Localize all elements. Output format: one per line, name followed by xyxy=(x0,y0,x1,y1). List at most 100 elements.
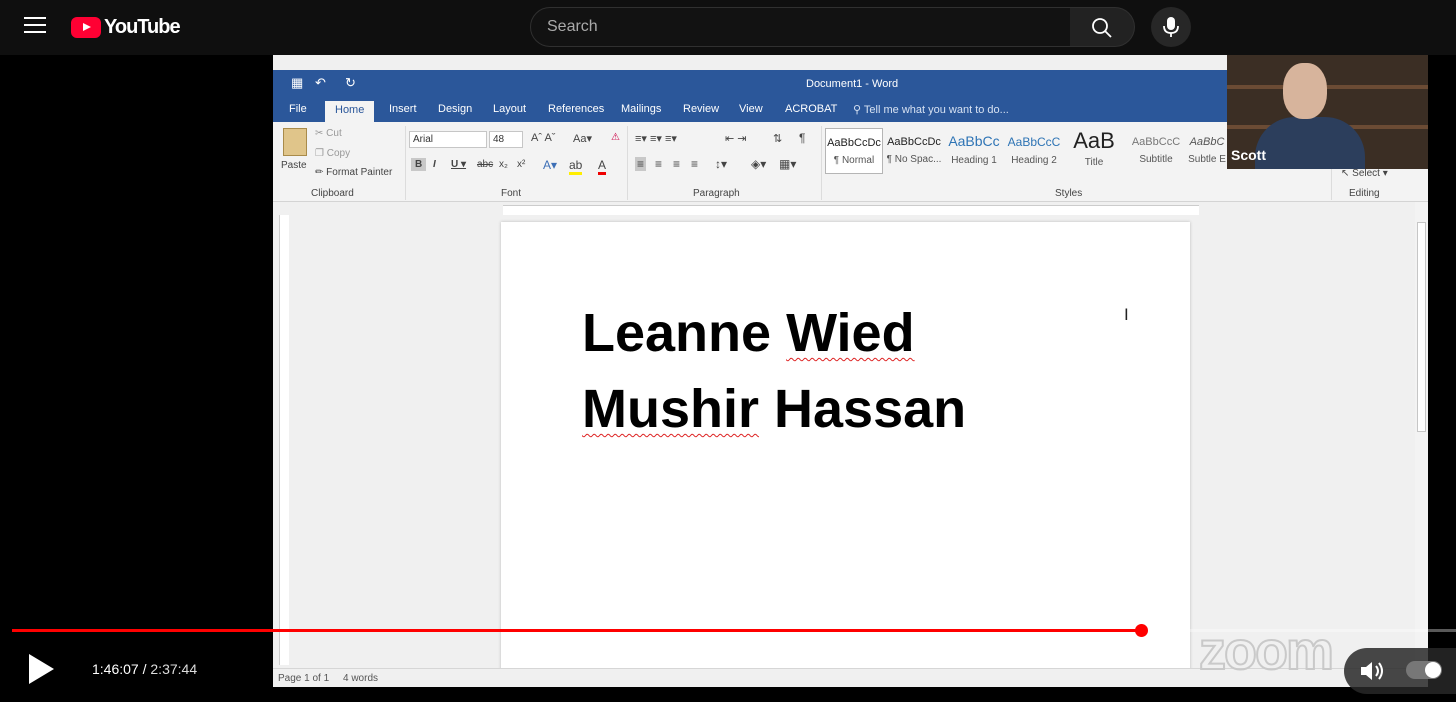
progress-bar[interactable] xyxy=(12,624,1456,637)
styles-group-label: Styles xyxy=(1055,188,1083,199)
tab-acrobat: ACROBAT xyxy=(785,103,838,115)
tell-me-text: Tell me what you want to do... xyxy=(863,104,1009,116)
menu-icon[interactable] xyxy=(24,17,46,37)
play-icon xyxy=(29,654,54,684)
pilcrow-icon: ¶ xyxy=(799,131,806,145)
italic-icon: I xyxy=(433,159,436,170)
borders-icon: ▦▾ xyxy=(779,157,797,171)
style-subtle-emphasis: AaBbC Subtle E xyxy=(1187,128,1227,174)
font-name-box: Arial xyxy=(409,131,487,148)
grow-font-icon: Aˆ Aˇ xyxy=(531,132,556,144)
select-label: ↖ Select ▾ xyxy=(1341,168,1388,179)
autoplay-toggle[interactable] xyxy=(1406,661,1442,679)
bookshelf xyxy=(1227,85,1428,89)
tab-mailings: Mailings xyxy=(621,103,662,115)
justify-icon: ≡ xyxy=(691,157,699,171)
style-name: Subtitle xyxy=(1139,154,1173,165)
format-painter-label: ✏ Format Painter xyxy=(315,167,392,178)
editing-group-label: Editing xyxy=(1349,188,1380,199)
strikethrough-icon: abc xyxy=(477,159,494,170)
vertical-ruler xyxy=(279,215,289,665)
player-controls-right xyxy=(1344,648,1456,694)
style-name: Heading 2 xyxy=(1011,155,1057,166)
select-text: Select xyxy=(1352,168,1380,179)
copy-text: Copy xyxy=(326,148,351,159)
style-title: AaB Title xyxy=(1065,128,1123,174)
style-no-spacing: AaBbCcDc ¶ No Spac... xyxy=(885,128,943,174)
tab-layout: Layout xyxy=(493,103,527,115)
style-name: ¶ No Spac... xyxy=(886,154,942,165)
time-separator: / xyxy=(138,661,151,677)
clear-format-icon: ⚠ xyxy=(611,132,620,143)
bullets-icon: ≡▾ ≡▾ ≡▾ xyxy=(635,133,677,145)
style-preview: AaBbCcC xyxy=(1007,135,1061,149)
scrollbar-thumb xyxy=(1417,222,1426,432)
tab-home: Home xyxy=(325,101,375,122)
line-spacing-icon: ↕▾ xyxy=(715,157,728,171)
person-body xyxy=(1255,117,1365,169)
volume-icon[interactable] xyxy=(1358,658,1386,684)
tab-design: Design xyxy=(438,103,473,115)
voice-search-button[interactable] xyxy=(1151,7,1191,47)
misspelled-word: Mushir xyxy=(582,379,760,439)
search-button[interactable] xyxy=(1070,7,1135,47)
youtube-play-logo-icon xyxy=(71,17,101,38)
video-player[interactable]: ▦ ↶ ↻ Document1 - Word File Home Insert … xyxy=(273,55,1428,687)
undo-icon: ↶ xyxy=(315,75,326,90)
style-name: Title xyxy=(1084,157,1104,168)
scissors-icon: ✂ xyxy=(315,128,327,139)
bold-icon: B xyxy=(411,158,427,171)
style-preview: AaBbCcDc xyxy=(887,136,941,148)
indent-icon: ⇤ ⇥ xyxy=(725,133,747,145)
copy-label: ❐ Copy xyxy=(315,148,350,159)
document-scrollbar xyxy=(1415,202,1428,668)
ribbon-tabs: File Home Insert Design Layout Reference… xyxy=(273,96,1227,122)
tab-review: Review xyxy=(683,103,720,115)
change-case-icon: Aa▾ xyxy=(573,133,592,145)
style-preview: AaBbCc xyxy=(948,133,1000,149)
save-icon: ▦ xyxy=(291,75,304,90)
page-count: Page 1 of 1 xyxy=(278,673,330,684)
search-icon xyxy=(1092,18,1112,38)
superscript-icon: x² xyxy=(517,159,526,170)
tab-references: References xyxy=(548,103,605,115)
youtube-watch-page: YouTube Search ▦ ↶ ↻ Document1 - Word Fi… xyxy=(0,0,1456,702)
search-input[interactable]: Search xyxy=(530,7,1071,47)
ribbon-separator xyxy=(405,126,406,200)
participant-name: Scott xyxy=(1231,147,1266,163)
ribbon-separator xyxy=(627,126,628,200)
sort-icon: ⇅ xyxy=(773,133,783,145)
play-button[interactable] xyxy=(26,652,56,686)
cut-text: Cut xyxy=(326,128,342,139)
style-subtitle: AaBbCcC Subtitle xyxy=(1127,128,1185,174)
shading-icon: ◈▾ xyxy=(751,157,767,171)
tab-view: View xyxy=(739,103,763,115)
tab-insert: Insert xyxy=(389,103,417,115)
misspelled-word: Wied xyxy=(786,303,915,363)
paragraph-group-label: Paragraph xyxy=(693,188,740,199)
text-cursor-icon: I xyxy=(1124,305,1129,324)
webcam-overlay: Scott xyxy=(1227,55,1428,169)
clipboard-group-label: Clipboard xyxy=(311,188,354,199)
highlight-icon: ab xyxy=(569,158,583,175)
word-count: 4 words xyxy=(343,673,379,684)
font-size-box: 48 xyxy=(489,131,523,148)
style-preview: AaB xyxy=(1073,128,1115,153)
youtube-logo-text: YouTube xyxy=(104,16,181,38)
tell-me-box: ⚲ Tell me what you want to do... xyxy=(853,103,1009,116)
youtube-logo[interactable]: YouTube xyxy=(71,16,181,39)
style-name: Heading 1 xyxy=(951,155,997,166)
word-window-title: Document1 - Word xyxy=(806,78,899,90)
style-preview: AaBbCcDc xyxy=(827,137,881,149)
autoplay-play-icon xyxy=(1425,662,1441,678)
redo-icon: ↻ xyxy=(345,75,356,90)
underline-icon: U ▾ xyxy=(451,159,467,170)
text-effects-icon: A▾ xyxy=(543,158,558,172)
youtube-header: YouTube Search xyxy=(0,0,1456,55)
progress-played xyxy=(12,629,1142,632)
time-display: 1:46:07 / 2:37:44 xyxy=(92,661,197,677)
style-name: ¶ Normal xyxy=(833,155,875,166)
paste-label: Paste xyxy=(281,160,307,171)
document-page: Leanne Wied Mushir Hassan xyxy=(501,222,1190,672)
brush-icon: ✏ xyxy=(315,167,327,178)
